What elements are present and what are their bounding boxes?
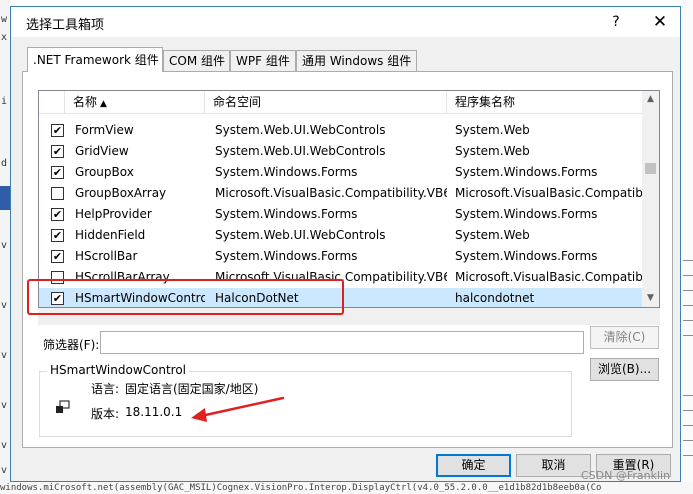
browse-button[interactable]: 浏览(B)... — [590, 358, 659, 381]
gutter-mark: v — [1, 440, 8, 451]
item-name: HiddenField — [75, 228, 146, 242]
item-namespace: System.Windows.Forms — [215, 165, 358, 179]
title-bar: 选择工具箱项 ? ✕ — [11, 7, 680, 37]
item-assembly: Microsoft.VisualBasic.Compatibi — [455, 186, 642, 200]
tab-wpf[interactable]: WPF 组件 — [230, 50, 296, 71]
item-checkbox[interactable]: ✔ — [51, 145, 64, 158]
gutter-mark: x — [1, 32, 8, 43]
item-namespace: System.Windows.Forms — [215, 249, 358, 263]
item-assembly: System.Web — [455, 228, 530, 242]
item-checkbox[interactable]: ✔ — [51, 208, 64, 221]
item-name: HelpProvider — [75, 207, 152, 221]
column-header-check[interactable] — [39, 91, 65, 113]
item-checkbox[interactable]: ✔ — [51, 229, 64, 242]
item-name: GroupBox — [75, 165, 134, 179]
tab-com[interactable]: COM 组件 — [163, 50, 230, 71]
list-item[interactable]: ✔ GroupBox System.Windows.Forms System.W… — [39, 162, 642, 183]
language-label: 语言: — [91, 382, 120, 396]
gutter-mark: v — [1, 465, 8, 476]
background-gutter: w x i d v v v v v v — [0, 0, 10, 494]
gutter-mark: v — [1, 400, 8, 411]
scroll-thumb[interactable] — [645, 163, 656, 174]
filter-input[interactable] — [100, 331, 584, 354]
list-item[interactable]: ✔ FormView System.Web.UI.WebControls Sys… — [39, 120, 642, 141]
item-assembly: System.Web — [455, 144, 530, 158]
list-item[interactable]: ✔ HiddenField System.Web.UI.WebControls … — [39, 225, 642, 246]
gutter-mark: d — [1, 158, 8, 169]
list-item[interactable]: GroupBoxArray Microsoft.VisualBasic.Comp… — [39, 183, 642, 204]
watermark: CSDN @Franklin — [581, 469, 671, 482]
item-name: GridView — [75, 144, 129, 158]
item-name: HScrollBar — [75, 249, 138, 263]
dialog-title: 选择工具箱项 — [26, 18, 105, 33]
component-icon — [56, 400, 70, 413]
item-assembly: System.Windows.Forms — [455, 165, 598, 179]
component-details-title: HSmartWindowControl — [47, 363, 190, 377]
item-name: GroupBoxArray — [75, 186, 167, 200]
item-namespace: Microsoft.VisualBasic.Compatibility.VB6 — [215, 186, 447, 200]
item-checkbox[interactable]: ✔ — [51, 124, 64, 137]
column-header-namespace[interactable]: 命名空间 — [205, 91, 447, 113]
tab-universal-windows[interactable]: 通用 Windows 组件 — [296, 50, 417, 71]
scroll-down-icon[interactable]: ▼ — [642, 290, 659, 307]
clear-button[interactable]: 清除(C) — [590, 326, 659, 349]
annotation-highlight-box — [27, 279, 344, 315]
list-vertical-scrollbar[interactable]: ▲ ▼ — [642, 91, 659, 307]
background-output-line: windows.miCrosoft.net(assembly(GAC_MSIL)… — [0, 482, 693, 494]
components-list[interactable]: 名称 ▲ 命名空间 程序集名称 ✔ FormView System.Web.UI.… — [38, 90, 660, 308]
close-button[interactable]: ✕ — [648, 11, 672, 33]
header-divider — [39, 113, 642, 114]
background-right-strip — [682, 0, 693, 494]
gutter-mark: v — [1, 350, 8, 361]
background-highlight — [0, 186, 10, 210]
version-label: 版本: — [91, 407, 120, 421]
gutter-mark: w — [1, 14, 8, 25]
scroll-up-icon[interactable]: ▲ — [642, 91, 659, 108]
gutter-mark: v — [1, 300, 8, 311]
item-namespace: System.Web.UI.WebControls — [215, 123, 386, 137]
item-assembly: System.Web — [455, 123, 530, 137]
item-assembly: halcondotnet — [455, 291, 535, 305]
gutter-mark: i — [1, 96, 8, 107]
list-item[interactable]: ✔ HScrollBar System.Windows.Forms System… — [39, 246, 642, 267]
help-button[interactable]: ? — [605, 12, 627, 32]
column-header-name[interactable]: 名称 ▲ — [65, 91, 205, 113]
item-assembly: Microsoft.VisualBasic.Compatibi — [455, 270, 642, 284]
tab-net-framework[interactable]: .NET Framework 组件 — [27, 47, 163, 72]
column-header-name-label: 名称 — [73, 95, 98, 109]
item-namespace: System.Web.UI.WebControls — [215, 228, 386, 242]
item-checkbox[interactable]: ✔ — [51, 250, 64, 263]
gutter-mark: v — [1, 240, 8, 251]
choose-toolbox-items-dialog: 选择工具箱项 ? ✕ .NET Framework 组件 COM 组件 WPF … — [10, 6, 681, 482]
filter-label: 筛选器(F): — [43, 338, 100, 352]
version-value: 18.11.0.1 — [125, 405, 183, 419]
item-assembly: System.Windows.Forms — [455, 249, 598, 263]
item-checkbox[interactable] — [51, 187, 64, 200]
cancel-button[interactable]: 取消 — [516, 454, 591, 477]
item-namespace: System.Web.UI.WebControls — [215, 144, 386, 158]
item-name: FormView — [75, 123, 134, 137]
ok-button[interactable]: 确定 — [436, 454, 511, 477]
list-item[interactable]: ✔ HelpProvider System.Windows.Forms Syst… — [39, 204, 642, 225]
list-item[interactable]: ✔ GridView System.Web.UI.WebControls Sys… — [39, 141, 642, 162]
sort-ascending-icon: ▲ — [100, 99, 107, 109]
column-header-assembly[interactable]: 程序集名称 — [447, 91, 642, 113]
item-checkbox[interactable]: ✔ — [51, 166, 64, 179]
annotation-arrow-icon — [191, 396, 285, 422]
item-assembly: System.Windows.Forms — [455, 207, 598, 221]
item-namespace: System.Windows.Forms — [215, 207, 358, 221]
